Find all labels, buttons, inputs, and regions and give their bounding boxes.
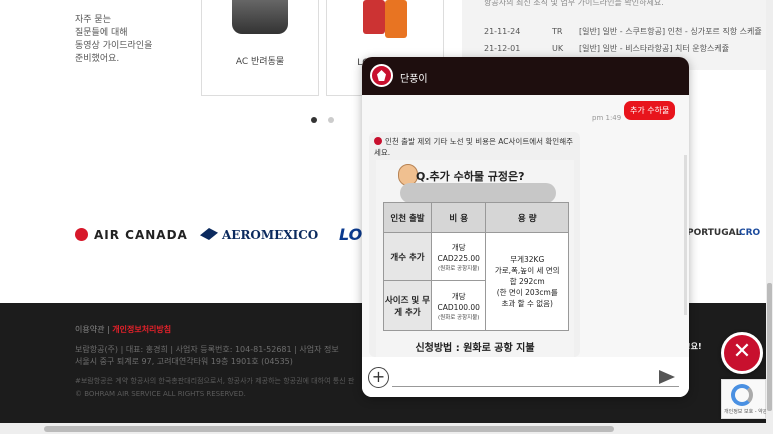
faq-line: 자주 묻는: [75, 15, 111, 25]
notice-header: 항공사의 최신 조직 및 업무 가이드라인을 확인하세요.: [484, 0, 664, 7]
legal-note: #보람항공은 계약 항공사의 한국총판대리점으로서, 항공사가 제공하는 항공권…: [75, 377, 355, 385]
capacity-line: 초과 할 수 없음): [501, 299, 553, 308]
eagle-icon: [200, 228, 218, 240]
capacity-line: (한 면이 203cm를: [496, 288, 558, 297]
air-canada-label: AIR CANADA: [94, 228, 188, 242]
capacity-line: 합 292cm: [509, 277, 545, 286]
bot-message-text: 인천 출발 제외 기타 노선 및 비용은 AC사이트에서 확인해주세요.: [374, 136, 579, 158]
lot-logo[interactable]: LO: [339, 225, 362, 244]
capacity-line: 가로,폭,높이 세 면의: [494, 266, 560, 275]
notice-code: TR: [552, 27, 563, 36]
capacity-cell: 무게32KG 가로,폭,높이 세 면의 합 292cm (한 면이 203cm를…: [485, 232, 569, 331]
card-caption: AC 반려동물: [235, 57, 285, 67]
fee-note: (원화로 공항지불): [437, 314, 480, 321]
aeromexico-logo[interactable]: AEROMEXICO: [200, 228, 318, 242]
terms-link[interactable]: 이용약관: [75, 325, 104, 334]
chat-title: 단풍이: [400, 74, 428, 85]
row-label: 개수 추가: [383, 232, 432, 281]
chat-messages: pm 1:49 추가 수하물 인천 출발 제외 기타 노선 및 비용은 AC사이…: [362, 95, 689, 357]
vertical-scrollbar-thumb[interactable]: [767, 283, 772, 411]
maple-leaf-icon: [374, 137, 382, 145]
close-chat-button[interactable]: ✕: [721, 332, 763, 374]
chat-input-bar: +: [362, 357, 689, 397]
notice-title: [일반] 일반 - 비스타라항공] 치터 운항스케쥴: [579, 44, 730, 53]
page: 자주 묻는 질문들에 대해 동영상 가이드라인을 준비했어요. AC 반려동물 …: [0, 0, 773, 434]
fee-top: 개당: [451, 291, 466, 301]
plus-icon[interactable]: +: [368, 367, 389, 388]
notice-row[interactable]: 21-12-01 UK [일반] 일반 - 비스타라항공] 치터 운항스케쥴: [484, 43, 729, 54]
company-address: 서울시 중구 퇴계로 97, 고려대연각타워 19층 1901호 (04535): [75, 357, 293, 366]
chatbot-window: 단풍이 pm 1:49 추가 수하물 인천 출발 제외 기타 노선 및 비용은 …: [362, 57, 689, 397]
video-card-pet[interactable]: AC 반려동물: [201, 0, 319, 96]
separator: |: [107, 325, 110, 334]
carousel-dots: [311, 108, 345, 127]
partner-logo[interactable]: CRO: [739, 228, 760, 238]
fee-cell: 개당 CAD100.00 (원화로 공항지불): [430, 280, 487, 331]
privacy-link[interactable]: 개인정보처리방침: [112, 325, 171, 334]
fee-value: CAD225.00: [437, 253, 480, 263]
table-header: 용 량: [485, 202, 569, 233]
company-info: 보람항공(주) | 대표: 홍경희 | 사업자 등록번호: 104-81-526…: [75, 345, 339, 354]
faq-line: 동영상 가이드라인을: [75, 41, 153, 51]
notice-date: 21-11-24: [484, 27, 521, 36]
recaptcha-badge[interactable]: 개인정보 보호 - 약관: [721, 379, 768, 419]
faq-line: 질문들에 대해: [75, 28, 128, 38]
notice-code: UK: [552, 44, 564, 53]
row-label: 사이즈 및 무게 추가: [383, 280, 432, 331]
highlight-pill: [400, 183, 556, 203]
carousel-dot[interactable]: [311, 117, 317, 123]
fee-top: 개당: [451, 242, 466, 252]
hidden-badge: !요!: [687, 342, 702, 351]
application-method: 신청방법 : 원화로 공항 지불: [415, 343, 535, 354]
luggage-icon: [363, 0, 407, 38]
horizontal-scrollbar-thumb[interactable]: [44, 426, 614, 432]
faq-video-text: 자주 묻는 질문들에 대해 동영상 가이드라인을 준비했어요.: [75, 14, 152, 66]
bot-avatar-icon: [370, 64, 393, 87]
air-canada-logo[interactable]: AIR CANADA: [75, 228, 188, 242]
baggage-rule-card: Q.추가 수하물 규정은? 인천 출발 비 용 용 량 개수 추가 개당 CAD…: [376, 160, 574, 357]
recaptcha-label: 개인정보 보호 - 약관: [724, 409, 768, 415]
fee-cell: 개당 CAD225.00 (원화로 공항지불): [430, 232, 487, 281]
recaptcha-icon: [731, 384, 753, 406]
chat-scrollbar[interactable]: [684, 155, 687, 315]
bot-message: 인천 출발 제외 기타 노선 및 비용은 AC사이트에서 확인해주세요. Q.추…: [369, 132, 580, 357]
maple-leaf-icon: [75, 228, 88, 241]
send-icon[interactable]: [659, 370, 675, 384]
rule-card-title: Q.추가 수하물 규정은?: [416, 170, 525, 183]
aeromexico-label: AEROMEXICO: [222, 228, 319, 242]
fee-note: (원화로 공항지불): [437, 265, 480, 272]
user-message: 추가 수하물: [624, 101, 676, 120]
table-row: 개수 추가 개당 CAD225.00 (원화로 공항지불) 무게32KG 가로,…: [383, 232, 569, 331]
bot-text: 인천 출발 제외 기타 노선 및 비용은 AC사이트에서 확인해주세요.: [374, 137, 574, 157]
footer-links: 이용약관 | 개인정보처리방침: [75, 324, 171, 335]
faq-line: 준비했어요.: [75, 54, 120, 64]
tap-portugal-logo[interactable]: PORTUGAL: [687, 228, 741, 238]
notice-row[interactable]: 21-11-24 TR [일반] 일반 - 스쿠트항공] 인천 - 싱가포르 직항 …: [484, 26, 762, 37]
carousel-dot[interactable]: [328, 117, 334, 123]
copyright: © BOHRAM AIR SERVICE ALL RIGHTS RESERVED…: [75, 390, 246, 398]
chat-header: 단풍이: [362, 57, 689, 95]
message-input[interactable]: [392, 386, 679, 387]
pet-carrier-icon: [232, 0, 288, 34]
notice-date: 21-12-01: [484, 44, 521, 53]
table-header: 비 용: [430, 202, 487, 233]
baggage-rule-table: 인천 출발 비 용 용 량 개수 추가 개당 CAD225.00 (원화로 공항…: [383, 202, 569, 331]
table-header: 인천 출발: [383, 202, 432, 233]
table-header-row: 인천 출발 비 용 용 량: [383, 202, 569, 233]
capacity-line: 무게32KG: [510, 255, 545, 264]
message-timestamp: pm 1:49: [592, 114, 622, 122]
fee-value: CAD100.00: [437, 302, 480, 312]
notice-title: [일반] 일반 - 스쿠트항공] 인천 - 싱가포르 직항 스케쥴: [579, 27, 762, 36]
